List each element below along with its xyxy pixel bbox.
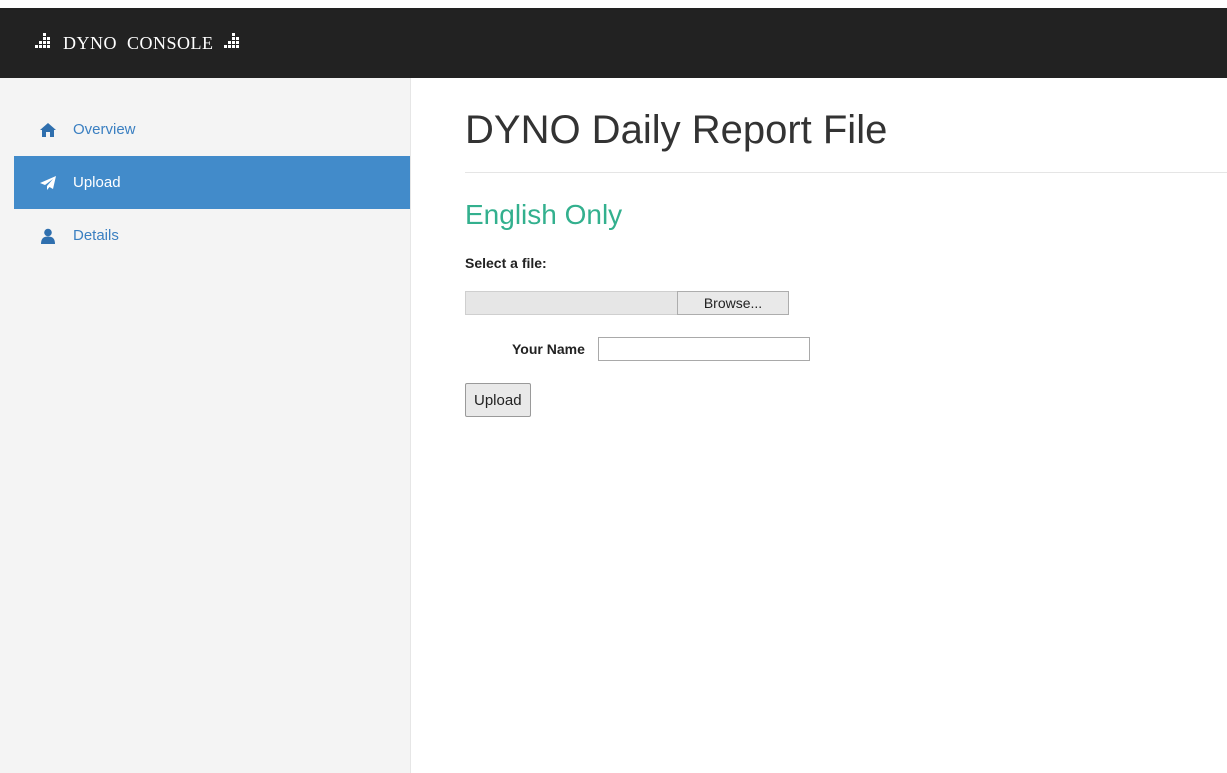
brand[interactable]: DYNO CONSOLE: [30, 32, 247, 54]
sidebar-item-overview[interactable]: Overview: [14, 103, 410, 156]
your-name-label: Your Name: [512, 341, 585, 357]
home-icon: [39, 122, 57, 138]
sidebar: Overview Upload Details: [0, 78, 411, 773]
browse-button[interactable]: Browse...: [677, 291, 789, 315]
user-icon: [39, 228, 57, 244]
page-title: DYNO Daily Report File: [465, 108, 888, 152]
top-strip: [0, 0, 1227, 8]
brand-word-dyno: DYNO: [63, 32, 117, 53]
send-icon: [39, 175, 57, 191]
navbar: DYNO CONSOLE: [0, 8, 1227, 78]
select-file-label: Select a file:: [465, 255, 547, 271]
brand-word-console: CONSOLE: [127, 32, 214, 53]
file-input[interactable]: Browse...: [465, 291, 1227, 315]
title-divider: [465, 172, 1227, 173]
upload-button[interactable]: Upload: [465, 383, 531, 417]
sidebar-item-label: Upload: [73, 174, 121, 191]
sidebar-item-label: Details: [73, 227, 119, 244]
subtitle: English Only: [465, 199, 623, 230]
your-name-input[interactable]: [597, 337, 810, 361]
name-row: Your Name: [465, 337, 1227, 361]
sidebar-nav: Overview Upload Details: [0, 103, 410, 262]
sidebar-item-upload[interactable]: Upload: [14, 156, 410, 209]
equalizer-icon: [35, 32, 53, 54]
equalizer-icon: [223, 32, 242, 54]
file-name-display[interactable]: [465, 291, 677, 315]
sidebar-item-details[interactable]: Details: [14, 209, 410, 262]
main-content: DYNO Daily Report File English Only Sele…: [465, 78, 1227, 417]
sidebar-item-label: Overview: [73, 121, 136, 138]
